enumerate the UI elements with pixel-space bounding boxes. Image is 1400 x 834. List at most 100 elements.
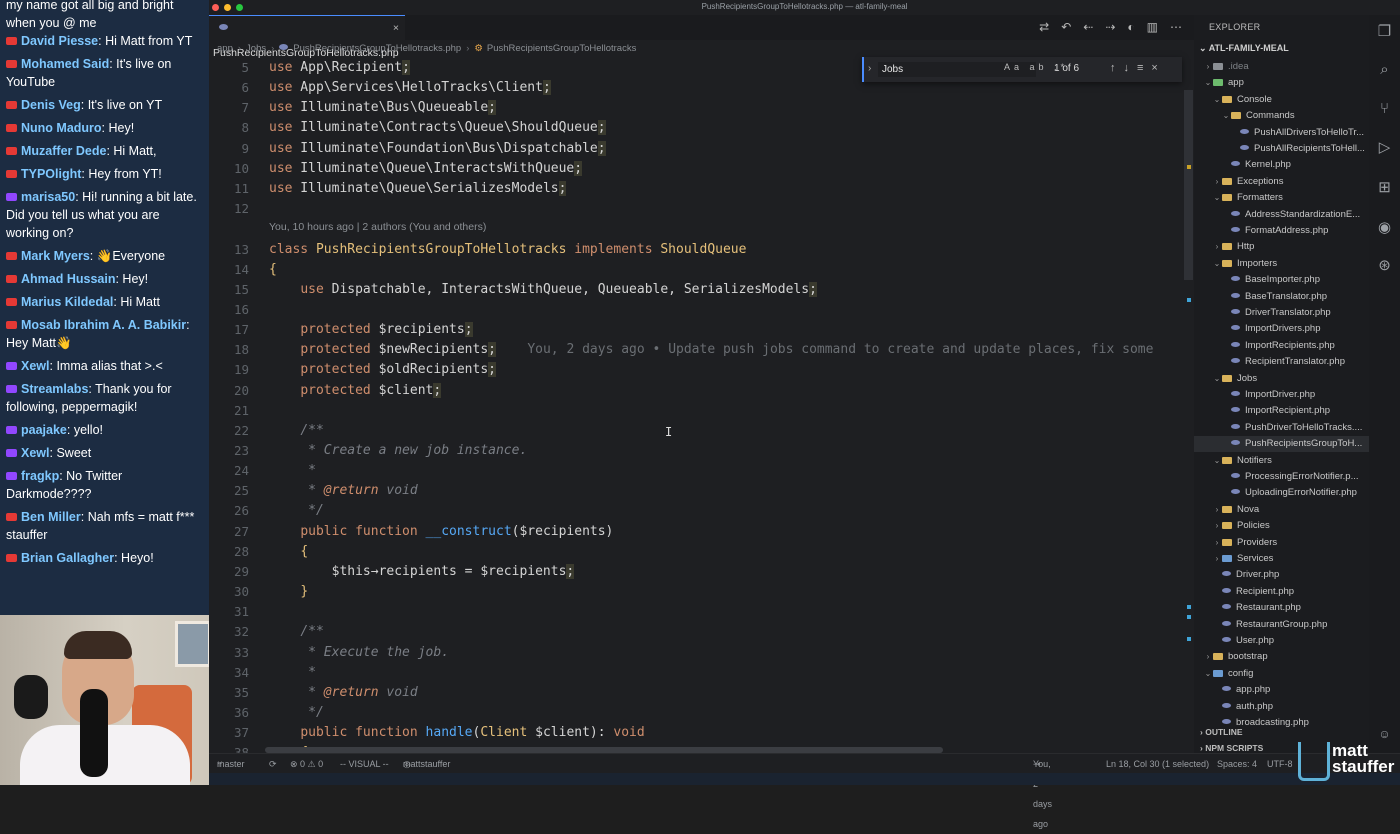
file-tree-item[interactable]: RestaurantGroup.php xyxy=(1194,617,1369,633)
file-tree-item[interactable]: Recipient.php xyxy=(1194,584,1369,600)
code-text: protected $client; xyxy=(300,382,442,398)
previous-match-icon[interactable]: ↑ xyxy=(1110,62,1124,74)
git-next-change-icon[interactable]: ⇢ xyxy=(1105,20,1127,34)
line-number: 22 xyxy=(233,422,249,438)
breadcrumb-item[interactable]: app xyxy=(217,43,233,54)
file-tree-item[interactable]: User.php xyxy=(1194,633,1369,649)
file-tree-item[interactable]: PushAllRecipientsToHell... xyxy=(1194,141,1369,157)
file-tree-item[interactable]: Kernel.php xyxy=(1194,157,1369,173)
file-tree-item[interactable]: DriverTranslator.php xyxy=(1194,305,1369,321)
indentation-status[interactable]: Spaces: 4 xyxy=(1217,754,1257,774)
folder-tree-item[interactable]: › Providers xyxy=(1194,535,1369,551)
file-tree-item[interactable]: Driver.php xyxy=(1194,567,1369,583)
tree-item-label: app.php xyxy=(1236,684,1271,696)
minimize-window-button[interactable] xyxy=(224,4,231,11)
file-tree-item[interactable]: AddressStandardizationE... xyxy=(1194,207,1369,223)
chat-author: Mohamed Said xyxy=(21,57,110,71)
zoom-window-button[interactable] xyxy=(236,4,243,11)
folder-tree-item[interactable]: ⌄ app xyxy=(1194,75,1369,91)
php-file-icon xyxy=(1231,210,1240,216)
line-number: 34 xyxy=(233,664,249,680)
file-tree-item[interactable]: ImportDriver.php xyxy=(1194,387,1369,403)
git-previous-change-icon[interactable]: ⇠ xyxy=(1083,20,1105,34)
php-file-icon xyxy=(1231,407,1240,413)
more-actions-icon[interactable]: ⋯ xyxy=(1170,20,1194,34)
folder-tree-item[interactable]: › Http xyxy=(1194,239,1369,255)
gitlens-icon[interactable]: ⊛ xyxy=(1369,253,1400,279)
chat-text: Hey from YT! xyxy=(88,167,162,181)
go-back-icon[interactable]: ↶ xyxy=(1061,20,1083,34)
run-debug-icon[interactable]: ▷ xyxy=(1369,135,1400,161)
folder-icon xyxy=(1222,259,1232,267)
chevron-right-icon: › xyxy=(1215,537,1219,547)
close-find-icon[interactable]: × xyxy=(1151,62,1165,74)
breadcrumb-item[interactable]: PushRecipientsGroupToHellotracks.php xyxy=(293,43,461,54)
next-match-icon[interactable]: ↓ xyxy=(1124,62,1138,74)
toggle-replace-icon[interactable]: › xyxy=(868,63,871,74)
file-tree-item[interactable]: PushDriverToHelloTracks.... xyxy=(1194,420,1369,436)
folder-tree-item[interactable]: › .idea xyxy=(1194,59,1369,75)
cursor-position[interactable]: Ln 18, Col 30 (1 selected) xyxy=(1106,754,1209,774)
code-editor[interactable]: 5 use App\Recipient; 6 use App\Services\Hel… xyxy=(209,58,1194,753)
folder-tree-item[interactable]: ⌄ Notifiers xyxy=(1194,453,1369,469)
problems-status[interactable]: ⊗ 0 ⚠ 0 xyxy=(290,754,323,774)
blame-status-text: You, 2 days ago xyxy=(1033,759,1053,829)
file-tree-item[interactable]: ImportDrivers.php xyxy=(1194,321,1369,337)
line-number: 15 xyxy=(233,281,249,297)
php-file-icon xyxy=(1231,161,1240,167)
codelens-blame[interactable]: You, 10 hours ago | 2 authors (You and o… xyxy=(269,221,486,233)
folder-tree-item[interactable]: ⌄ Console xyxy=(1194,92,1369,108)
editor-tab-active[interactable]: PushRecipientsGroupToHellotracks.php × xyxy=(209,15,405,59)
folder-tree-item[interactable]: › Nova xyxy=(1194,502,1369,518)
file-tree-item[interactable]: auth.php xyxy=(1194,699,1369,715)
outline-section[interactable]: › OUTLINE xyxy=(1194,724,1369,740)
youtube-icon xyxy=(6,554,17,562)
source-control-icon[interactable]: ⑂ xyxy=(1369,96,1400,122)
folder-tree-item[interactable]: ⌄ Jobs xyxy=(1194,371,1369,387)
folder-tree-item[interactable]: › Policies xyxy=(1194,518,1369,534)
vertical-scrollbar[interactable] xyxy=(1184,90,1193,280)
breadcrumb-item[interactable]: PushRecipientsGroupToHellotracks xyxy=(487,43,636,54)
folder-tree-item[interactable]: ⌄ Commands xyxy=(1194,108,1369,124)
line-number: 13 xyxy=(233,241,249,257)
code-text: * @return void xyxy=(308,483,418,499)
stream-chat-panel: my name got all big and bright when you … xyxy=(0,0,209,615)
timeline-icon[interactable]: ◐ xyxy=(1127,20,1146,34)
chat-message: Ben Miller: Nah mfs = matt f*** stauffer xyxy=(6,510,195,542)
folder-tree-item[interactable]: › Services xyxy=(1194,551,1369,567)
folder-tree-item[interactable]: ⌄ Formatters xyxy=(1194,190,1369,206)
folder-tree-item[interactable]: › bootstrap xyxy=(1194,649,1369,665)
close-tab-icon[interactable]: × xyxy=(393,16,399,41)
code-text: * xyxy=(308,463,316,479)
file-tree-item[interactable]: ProcessingErrorNotifier.p... xyxy=(1194,469,1369,485)
file-tree-item[interactable]: ImportRecipients.php xyxy=(1194,338,1369,354)
file-tree-item[interactable]: app.php xyxy=(1194,682,1369,698)
file-tree-item[interactable]: ImportRecipient.php xyxy=(1194,403,1369,419)
file-tree-item[interactable]: BaseImporter.php xyxy=(1194,272,1369,288)
file-tree-item[interactable]: UploadingErrorNotifier.php xyxy=(1194,485,1369,501)
split-editor-icon[interactable]: ▥ xyxy=(1147,20,1170,34)
project-root[interactable]: ⌄ ATL-FAMILY-MEAL xyxy=(1199,43,1289,54)
folder-tree-item[interactable]: ⌄ Importers xyxy=(1194,256,1369,272)
close-window-button[interactable] xyxy=(212,4,219,11)
file-tree-item[interactable]: FormatAddress.php xyxy=(1194,223,1369,239)
folder-tree-item[interactable]: › Exceptions xyxy=(1194,174,1369,190)
folder-tree-item[interactable]: ⌄ config xyxy=(1194,666,1369,682)
file-tree-item[interactable]: PushAllDriversToHelloTr... xyxy=(1194,125,1369,141)
breadcrumb-item[interactable]: Jobs xyxy=(246,43,266,54)
encoding-status[interactable]: UTF-8 xyxy=(1267,754,1293,774)
tree-item-label: ImportRecipient.php xyxy=(1245,405,1331,417)
find-in-selection-icon[interactable]: ≡ xyxy=(1137,62,1151,74)
file-tree-item[interactable]: Restaurant.php xyxy=(1194,600,1369,616)
chevron-right-icon: › xyxy=(1215,554,1219,563)
files-icon[interactable]: ❐ xyxy=(1369,19,1400,45)
search-icon[interactable]: ⌕ xyxy=(1369,57,1400,83)
sync-icon[interactable]: ⟳ xyxy=(269,754,277,774)
github-icon[interactable]: ◉ xyxy=(1369,215,1400,241)
git-compare-icon[interactable]: ⇄ xyxy=(1039,20,1061,34)
file-tree-item[interactable]: BaseTranslator.php xyxy=(1194,289,1369,305)
file-tree-item[interactable]: PushRecipientsGroupToH... xyxy=(1194,436,1369,453)
extensions-icon[interactable]: ⊞ xyxy=(1369,175,1400,201)
file-tree-item[interactable]: RecipientTranslator.php xyxy=(1194,354,1369,370)
folder-icon xyxy=(1222,538,1232,546)
